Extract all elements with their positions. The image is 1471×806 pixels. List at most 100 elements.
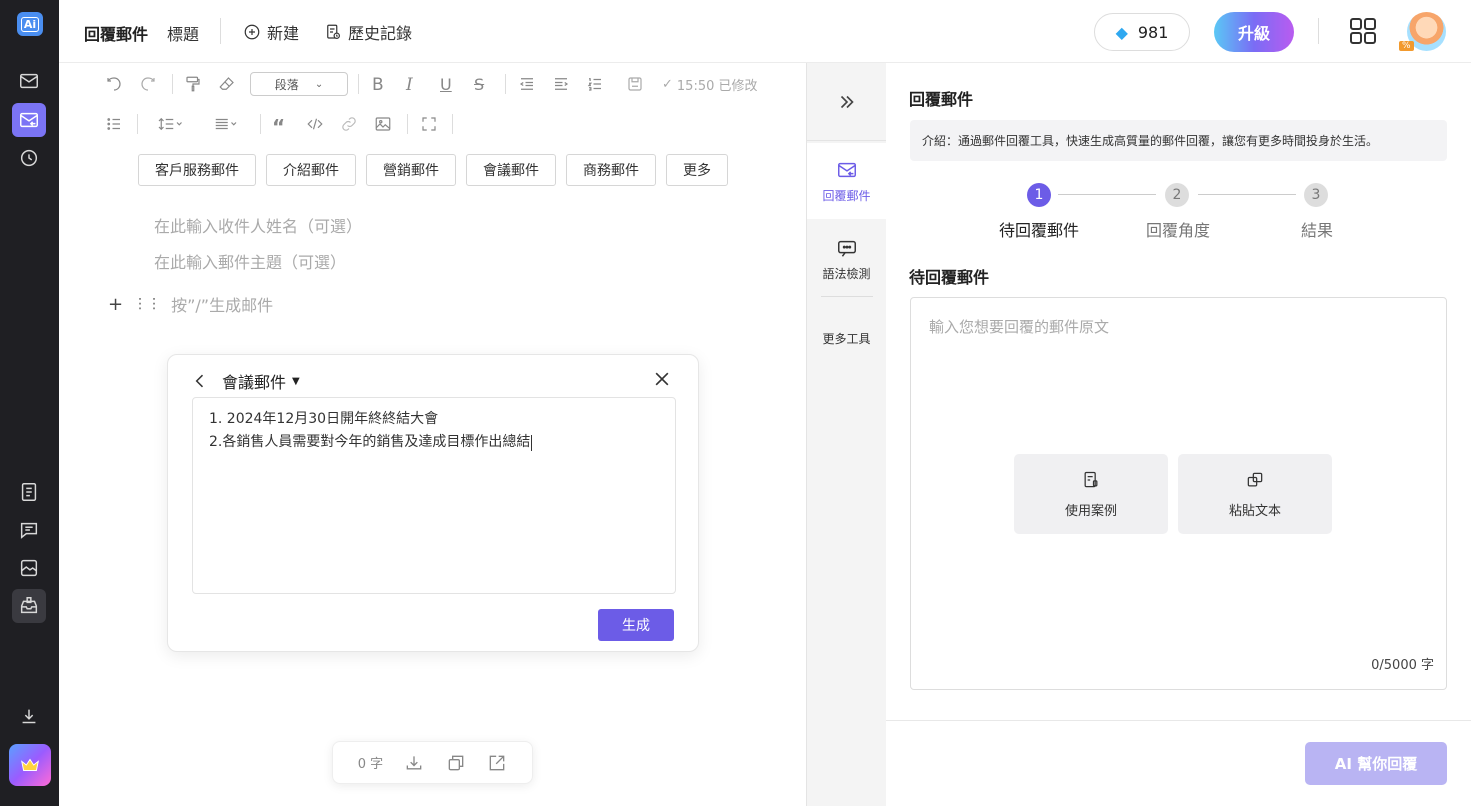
collapse-panel-button[interactable] xyxy=(807,63,886,141)
image-icon[interactable] xyxy=(12,551,46,585)
reply-mail-icon xyxy=(837,162,856,177)
slash-command-line[interactable]: + ⋮⋮ 按”/”生成邮件 xyxy=(108,292,273,316)
app-logo[interactable]: Ai xyxy=(17,12,43,36)
category-business[interactable]: 商務郵件 xyxy=(566,154,656,186)
image-insert-icon[interactable] xyxy=(374,115,392,133)
history-doc-icon xyxy=(327,24,340,39)
tool-more[interactable]: 更多工具 xyxy=(807,330,886,347)
divider xyxy=(172,74,173,94)
credits-badge[interactable]: ◆ 981 xyxy=(1094,13,1190,51)
save-icon[interactable] xyxy=(626,75,644,93)
export-icon[interactable] xyxy=(487,753,507,773)
generate-button[interactable]: 生成 xyxy=(598,609,674,641)
paste-icon xyxy=(1247,472,1263,486)
ai-reply-button[interactable]: AI 幫你回覆 xyxy=(1305,742,1447,785)
add-block-icon[interactable]: + xyxy=(108,294,123,315)
recipient-input[interactable]: 在此輸入收件人姓名（可選） xyxy=(154,213,362,237)
promo-badge: % xyxy=(1399,41,1414,51)
category-customer-service[interactable]: 客戶服務郵件 xyxy=(138,154,256,186)
popup-title: 會議郵件 xyxy=(222,373,287,392)
paste-label: 粘貼文本 xyxy=(1228,503,1281,519)
reply-mail-icon[interactable] xyxy=(12,103,46,137)
double-chevron-right-icon xyxy=(840,95,854,108)
download-icon[interactable] xyxy=(404,753,424,773)
save-status: ✓ 15:50 已修改 xyxy=(662,75,758,94)
divider xyxy=(220,18,221,44)
editor-bottom-bar: 0 字 xyxy=(332,741,533,784)
use-example-button[interactable]: 使用案例 xyxy=(1014,454,1168,534)
bold-icon[interactable]: B xyxy=(372,75,384,95)
inbox-icon[interactable] xyxy=(12,589,46,623)
redo-icon[interactable] xyxy=(139,75,157,93)
mail-icon[interactable] xyxy=(12,64,46,98)
code-icon[interactable] xyxy=(306,115,324,133)
editor-toolbar: 段落 ⌄ B I U S ✓ 15:50 已修改 “ xyxy=(100,70,800,150)
crown-icon[interactable] xyxy=(9,744,51,786)
line-height-icon[interactable] xyxy=(154,115,188,133)
text-cursor xyxy=(531,434,533,451)
document-icon xyxy=(1084,471,1098,487)
upgrade-button[interactable]: 升級 xyxy=(1214,12,1294,52)
chat-icon[interactable] xyxy=(12,513,46,547)
strikethrough-icon[interactable]: S xyxy=(474,75,484,94)
apps-grid-icon[interactable] xyxy=(1349,17,1377,45)
tool-column: 回覆郵件 語法檢測 更多工具 xyxy=(807,63,886,806)
note-icon[interactable] xyxy=(12,475,46,509)
underline-icon[interactable]: U xyxy=(440,75,452,94)
divider xyxy=(1318,18,1319,44)
step-3-label: 結果 xyxy=(1301,221,1334,240)
category-meeting[interactable]: 會議郵件 xyxy=(466,154,556,186)
diamond-icon: ◆ xyxy=(1115,22,1128,42)
divider xyxy=(260,114,261,134)
align-icon[interactable] xyxy=(210,115,244,133)
paragraph-select[interactable]: 段落 ⌄ xyxy=(250,72,348,96)
popup-category-select[interactable]: 會議郵件 ▼ xyxy=(222,369,300,393)
category-marketing[interactable]: 營銷郵件 xyxy=(366,154,456,186)
tool-grammar-check[interactable]: 語法檢測 xyxy=(807,237,886,282)
fullscreen-icon[interactable] xyxy=(420,115,438,133)
subject-input[interactable]: 在此輸入郵件主題（可選） xyxy=(154,249,346,273)
outdent-icon[interactable] xyxy=(518,75,536,93)
step-3-circle: 3 xyxy=(1304,183,1328,207)
new-button[interactable]: 新建 xyxy=(243,20,299,44)
history-icon[interactable] xyxy=(12,141,46,175)
original-email-input[interactable]: 輸入您想要回覆的郵件原文 使用案例 粘貼文本 0/5000 字 xyxy=(910,297,1447,690)
document-title[interactable]: 標題 xyxy=(167,21,199,45)
save-status-text: 15:50 已修改 xyxy=(676,79,758,94)
grammar-icon xyxy=(837,240,856,257)
slash-hint: 按”/”生成邮件 xyxy=(171,296,274,315)
paragraph-select-value: 段落 xyxy=(274,77,299,92)
divider xyxy=(407,114,408,134)
copy-icon[interactable] xyxy=(446,753,466,773)
use-example-label: 使用案例 xyxy=(1064,503,1117,519)
divider xyxy=(452,114,453,134)
logo-text: Ai xyxy=(20,16,40,32)
back-icon[interactable] xyxy=(190,371,210,391)
indent-icon[interactable] xyxy=(552,75,570,93)
link-icon[interactable] xyxy=(340,115,358,133)
divider xyxy=(821,296,873,297)
popup-prompt-textarea[interactable]: 1. 2024年12月30日開年終終結大會 2.各銷售人員需要對今年的銷售及達成… xyxy=(192,397,676,594)
format-painter-icon[interactable] xyxy=(184,75,202,93)
tool-grammar-label: 語法檢測 xyxy=(822,267,871,281)
close-icon[interactable] xyxy=(652,369,672,389)
avatar[interactable]: % xyxy=(1399,12,1446,51)
ordered-list-icon[interactable] xyxy=(586,75,604,93)
paste-text-button[interactable]: 粘貼文本 xyxy=(1178,454,1332,534)
bullet-list-icon[interactable] xyxy=(105,115,123,133)
quote-icon[interactable]: “ xyxy=(272,115,285,139)
drag-handle-icon[interactable]: ⋮⋮ xyxy=(133,296,161,312)
email-category-list: 客戶服務郵件 介紹郵件 營銷郵件 會議郵件 商務郵件 更多 xyxy=(138,154,728,186)
download-icon[interactable] xyxy=(12,700,46,734)
panel-title: 回覆郵件 xyxy=(909,90,974,109)
tool-reply-email[interactable]: 回覆郵件 xyxy=(807,143,886,219)
left-rail: Ai xyxy=(0,0,59,806)
eraser-icon[interactable] xyxy=(218,75,236,93)
history-button[interactable]: 歷史記錄 xyxy=(324,20,412,44)
undo-icon[interactable] xyxy=(105,75,123,93)
italic-icon[interactable]: I xyxy=(406,75,413,95)
prompt-line-1: 1. 2024年12月30日開年終終結大會 xyxy=(209,411,439,427)
category-introduction[interactable]: 介紹郵件 xyxy=(266,154,356,186)
tool-reply-label: 回覆郵件 xyxy=(822,188,871,203)
category-more[interactable]: 更多 xyxy=(666,154,728,186)
